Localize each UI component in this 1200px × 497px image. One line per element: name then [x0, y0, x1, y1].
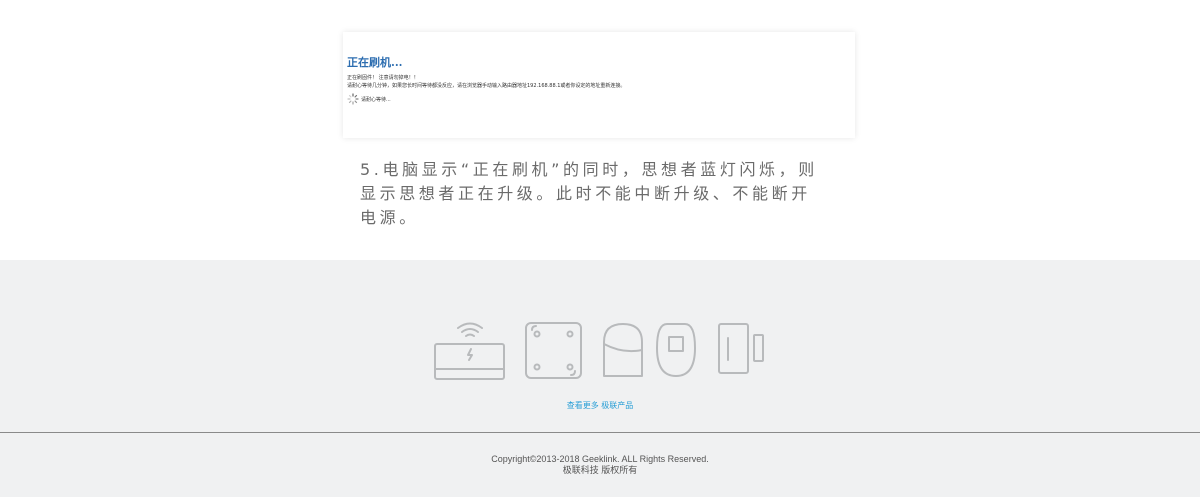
company-rights-text: 极联科技 版权所有: [562, 465, 638, 475]
product-icons: [434, 322, 764, 380]
flashing-instruction-text: 请耐心等待几分钟，如果您长时间等待都没反应，请在浏览器手动输入路由器地址192.…: [347, 83, 626, 89]
flashing-title: 正在刷机...: [347, 56, 403, 69]
footer-section: 查看更多 极联产品 Copyright©2013-2018 Geeklink. …: [0, 260, 1200, 497]
view-more-products-link[interactable]: 查看更多 极联产品: [0, 400, 1200, 411]
copyright-block: Copyright©2013-2018 Geeklink. ALL Rights…: [0, 454, 1200, 476]
door-sensor-icon[interactable]: [718, 323, 764, 374]
loading-spinner-icon: [347, 93, 359, 105]
step-caption: 5.电脑显示“正在刷机”的同时，思想者蓝灯闪烁，则显示思想者正在升级。此时不能中…: [360, 160, 818, 227]
smart-plug-icon[interactable]: [603, 323, 643, 377]
waiting-text: 请耐心等待...: [361, 97, 391, 103]
scene-panel-icon[interactable]: [525, 322, 582, 379]
content-section: 正在刷机... 正在刷固件！ 注意请勿掉电！！ 请耐心等待几分钟，如果您长时间等…: [0, 0, 1200, 260]
footer-divider: [0, 432, 1200, 433]
sensor-icon[interactable]: [656, 323, 696, 377]
copyright-text: Copyright©2013-2018 Geeklink. ALL Rights…: [491, 454, 709, 464]
wifi-router-icon[interactable]: [434, 322, 505, 380]
flashing-screenshot: 正在刷机... 正在刷固件！ 注意请勿掉电！！ 请耐心等待几分钟，如果您长时间等…: [343, 32, 855, 138]
flashing-warning-text: 正在刷固件！ 注意请勿掉电！！: [347, 75, 419, 81]
